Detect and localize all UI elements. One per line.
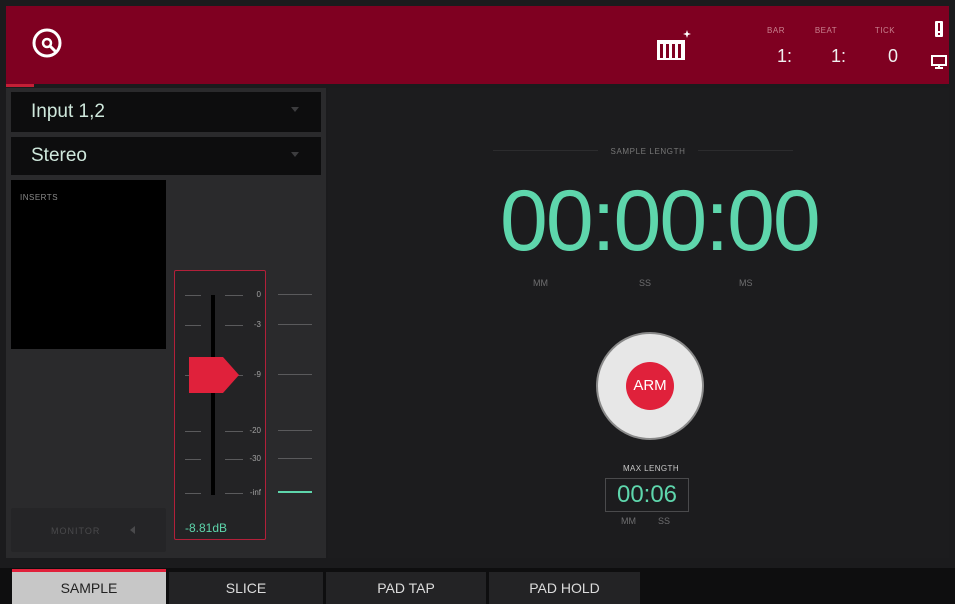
record-disc-icon[interactable] <box>31 27 63 59</box>
sample-length-label: SAMPLE LENGTH <box>598 147 698 156</box>
tick-label: TICK <box>874 26 896 35</box>
fader-tick <box>185 295 201 296</box>
sample-panel: SAMPLE LENGTH 00:00:00 MM SS MS ARM MAX … <box>328 88 949 558</box>
tab-sample[interactable]: SAMPLE <box>12 572 166 604</box>
max-length-value[interactable]: 00:06 <box>605 478 689 512</box>
chevron-left-icon <box>130 526 135 534</box>
chevron-down-icon <box>291 152 299 157</box>
meter-tick <box>278 374 312 375</box>
max-length-label: MAX LENGTH <box>622 464 679 473</box>
bar-value[interactable]: 1: <box>758 46 792 67</box>
fader-readout: -8.81dB <box>185 521 228 535</box>
scale-minus-9: -9 <box>253 370 261 379</box>
meter-tick <box>278 294 312 295</box>
meter-tick <box>278 324 312 325</box>
sample-length-time: 00:00:00 <box>500 173 821 269</box>
beat-label: BEAT <box>814 26 838 35</box>
monitor-icon[interactable] <box>930 54 948 70</box>
fader-tick <box>185 459 201 460</box>
input-panel: Input 1,2 Stereo INSERTS MONITOR 0 -3 -9 <box>6 88 326 558</box>
unit-ms: MS <box>739 278 753 288</box>
mode-tab-bar: SAMPLE SLICE PAD TAP PAD HOLD <box>0 568 955 604</box>
scale-minus-20: -20 <box>249 426 261 435</box>
fader-track[interactable] <box>211 295 215 495</box>
input-mode-dropdown[interactable]: Stereo <box>11 137 321 175</box>
tab-pad-tap[interactable]: PAD TAP <box>326 572 486 604</box>
fader-tick <box>185 431 201 432</box>
fader-tick <box>185 325 201 326</box>
tick-value[interactable]: 0 <box>868 46 898 67</box>
inserts-panel[interactable]: INSERTS <box>11 180 166 349</box>
tab-slice[interactable]: SLICE <box>169 572 323 604</box>
keyboard-sparkle-icon[interactable] <box>654 28 692 64</box>
input-mode-value: Stereo <box>31 145 87 166</box>
level-meter <box>278 491 312 493</box>
monitor-button[interactable]: MONITOR <box>11 508 166 552</box>
arm-button[interactable]: ARM <box>596 332 704 440</box>
max-unit-mm: MM <box>621 516 636 526</box>
fader-handle[interactable] <box>187 355 241 395</box>
scale-0: 0 <box>256 290 261 299</box>
bar-label: BAR <box>767 26 785 35</box>
meter-tick <box>278 430 312 431</box>
max-unit-ss: SS <box>658 516 671 526</box>
input-source-value: Input 1,2 <box>31 101 105 122</box>
topbar-accent <box>6 84 34 87</box>
scale-minus-30: -30 <box>249 454 261 463</box>
scale-minus-3: -3 <box>253 320 261 329</box>
fader-tick <box>185 493 201 494</box>
top-bar: BAR BEAT TICK 1: 1: 0 <box>6 6 949 84</box>
unit-ss: SS <box>639 278 652 288</box>
chevron-down-icon <box>291 107 299 112</box>
meter-tick <box>278 458 312 459</box>
arm-label: ARM <box>626 362 674 410</box>
beat-value[interactable]: 1: <box>812 46 846 67</box>
record-level-fader[interactable]: 0 -3 -9 -20 -30 -inf -8.81dB <box>174 270 266 540</box>
warning-icon[interactable] <box>934 20 944 38</box>
scale-minus-inf: -inf <box>249 488 261 497</box>
inserts-label: INSERTS <box>20 193 59 202</box>
monitor-label: MONITOR <box>51 526 101 536</box>
input-source-dropdown[interactable]: Input 1,2 <box>11 92 321 132</box>
unit-mm: MM <box>533 278 548 288</box>
tab-pad-hold[interactable]: PAD HOLD <box>489 572 640 604</box>
